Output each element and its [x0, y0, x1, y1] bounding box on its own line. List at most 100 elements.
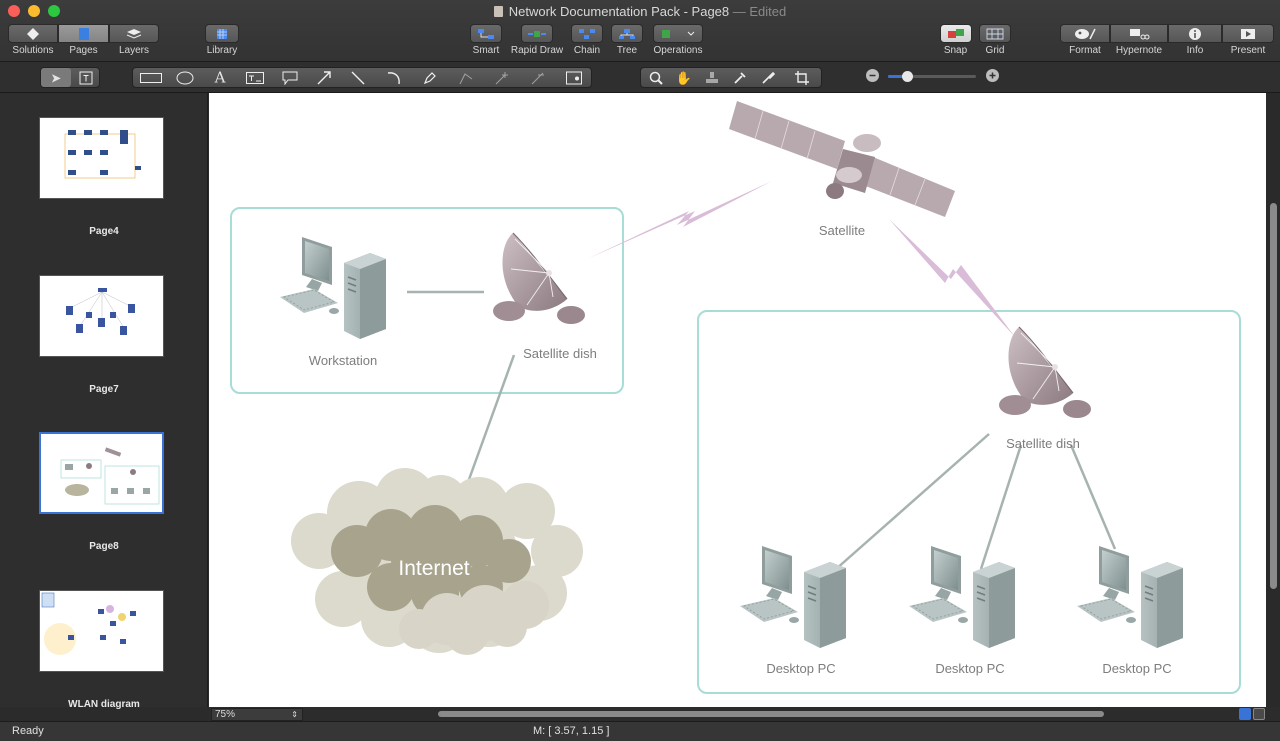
network-diagram [230, 101, 1241, 694]
brush-icon [762, 71, 775, 84]
info-icon [1189, 27, 1201, 40]
connector-dish-desktop2[interactable] [979, 444, 1023, 570]
workstation-label: Workstation [308, 353, 378, 368]
workstation-icon[interactable] [279, 236, 387, 340]
satellite-dish-label: Satellite dish [1006, 436, 1080, 451]
zoom-out-button[interactable] [866, 69, 879, 82]
vertical-scrollbar[interactable] [1266, 93, 1280, 707]
library-button[interactable]: Library [204, 24, 240, 58]
status-bar: Ready M: [ 3.57, 1.15 ] [0, 721, 1280, 741]
grid-icon [986, 28, 1004, 39]
library-icon [217, 28, 227, 39]
page8-preview [60, 447, 160, 505]
zoom-slider-knob[interactable] [902, 71, 913, 82]
satellite-icon[interactable] [729, 101, 955, 217]
format-painter-tool[interactable] [753, 68, 783, 87]
desktop-pc-icon[interactable] [739, 545, 847, 649]
document-icon [493, 6, 503, 17]
info-button[interactable]: Info [1168, 24, 1222, 58]
grid-button[interactable]: Grid [979, 24, 1011, 58]
page7-preview [66, 288, 135, 335]
present-button[interactable]: Present [1222, 24, 1274, 58]
chain-icon [579, 28, 595, 39]
eyedropper-tool[interactable] [725, 68, 755, 87]
arc-tool[interactable] [379, 68, 409, 87]
text-block-icon [246, 71, 264, 84]
text-box-icon [79, 71, 93, 84]
zoom-tool[interactable] [641, 68, 671, 87]
layers-icon [126, 28, 142, 39]
rapid-draw-button[interactable]: Rapid Draw [508, 24, 566, 58]
smart-button[interactable]: Smart [470, 24, 502, 58]
desktop-pc-label: Desktop PC [1102, 661, 1172, 676]
format-button[interactable]: Format [1060, 24, 1110, 58]
text-tool[interactable]: A [205, 68, 235, 87]
drawing-canvas[interactable]: Satellite Satellite dish Workstation Int… [209, 93, 1266, 707]
zoom-in-button[interactable] [986, 69, 999, 82]
vertical-scroll-thumb[interactable] [1270, 203, 1277, 589]
snap-icon [947, 28, 964, 38]
smart-connector-icon [478, 28, 494, 39]
stamp-icon [706, 71, 718, 83]
desktop-pc-icon[interactable] [908, 545, 1016, 649]
wlan-diagram-preview [41, 592, 136, 655]
bezier-icon [459, 72, 473, 84]
arrow-line-tool[interactable] [309, 68, 339, 87]
page-thumbnail-page4[interactable] [39, 117, 164, 199]
present-icon [1241, 28, 1255, 39]
callout-tool[interactable] [275, 68, 305, 87]
hand-tool[interactable]: ✋ [669, 68, 699, 87]
satellite-dish-icon[interactable] [998, 326, 1092, 419]
ellipse-tool[interactable] [170, 68, 200, 87]
zoom-slider[interactable] [888, 71, 976, 82]
page-thumbnail-wlan-diagram[interactable] [39, 590, 164, 672]
solutions-button[interactable]: Solutions [8, 24, 58, 58]
crop-tool[interactable] [787, 68, 817, 87]
connector-dish-desktop1[interactable] [826, 433, 990, 578]
remove-point-tool[interactable] [523, 68, 553, 87]
text-icon: A [214, 68, 226, 86]
text-select-tool[interactable] [71, 68, 101, 87]
satellite-dish-icon[interactable] [492, 232, 586, 325]
line-icon [351, 71, 365, 84]
connector-dish-desktop3[interactable] [1069, 444, 1117, 550]
arrow-line-icon [317, 70, 331, 84]
shape-tools: A [132, 67, 592, 88]
satellite-dish-label: Satellite dish [523, 346, 597, 361]
stamp-tool[interactable] [697, 68, 727, 87]
line-tool[interactable] [343, 68, 373, 87]
snap-button[interactable]: Snap [939, 24, 972, 58]
page-label: Page8 [89, 541, 119, 552]
tree-button[interactable]: Tree [611, 24, 643, 58]
add-point-icon [495, 71, 508, 84]
container-tool[interactable] [559, 68, 589, 87]
view-mode-button-1[interactable] [1239, 708, 1251, 720]
desktop-pc-icon[interactable] [1076, 545, 1184, 649]
add-point-tool[interactable] [487, 68, 517, 87]
horizontal-scroll-thumb[interactable] [438, 711, 1104, 717]
rectangle-icon [140, 72, 162, 83]
bezier-tool[interactable] [451, 68, 481, 87]
mouse-coordinates: M: [ 3.57, 1.15 ] [533, 725, 610, 737]
stepper-icon: ⇕ [291, 710, 298, 719]
page-thumbnail-page7[interactable] [39, 275, 164, 357]
hypernote-button[interactable]: Hypernote [1110, 24, 1168, 58]
text-block-tool[interactable] [240, 68, 270, 87]
pages-button[interactable]: Pages [58, 24, 109, 58]
page-thumbnail-page8[interactable] [39, 432, 164, 514]
connector-dish-internet[interactable] [465, 354, 516, 486]
remove-point-icon [531, 72, 544, 84]
view-mode-button-2[interactable] [1253, 708, 1265, 720]
chain-button[interactable]: Chain [570, 24, 604, 58]
pages-icon [78, 27, 89, 40]
zoom-level-select[interactable]: 75% ⇕ [211, 708, 303, 721]
plus-icon [989, 72, 996, 79]
layers-button[interactable]: Layers [109, 24, 159, 58]
arc-icon [387, 71, 400, 84]
pointer-tool[interactable]: ➤ [41, 68, 71, 87]
operations-button[interactable]: Operations [650, 24, 706, 58]
wireless-link-icon [889, 219, 1015, 337]
rectangle-tool[interactable] [136, 68, 166, 87]
crop-icon [795, 70, 809, 85]
pen-tool[interactable] [415, 68, 445, 87]
